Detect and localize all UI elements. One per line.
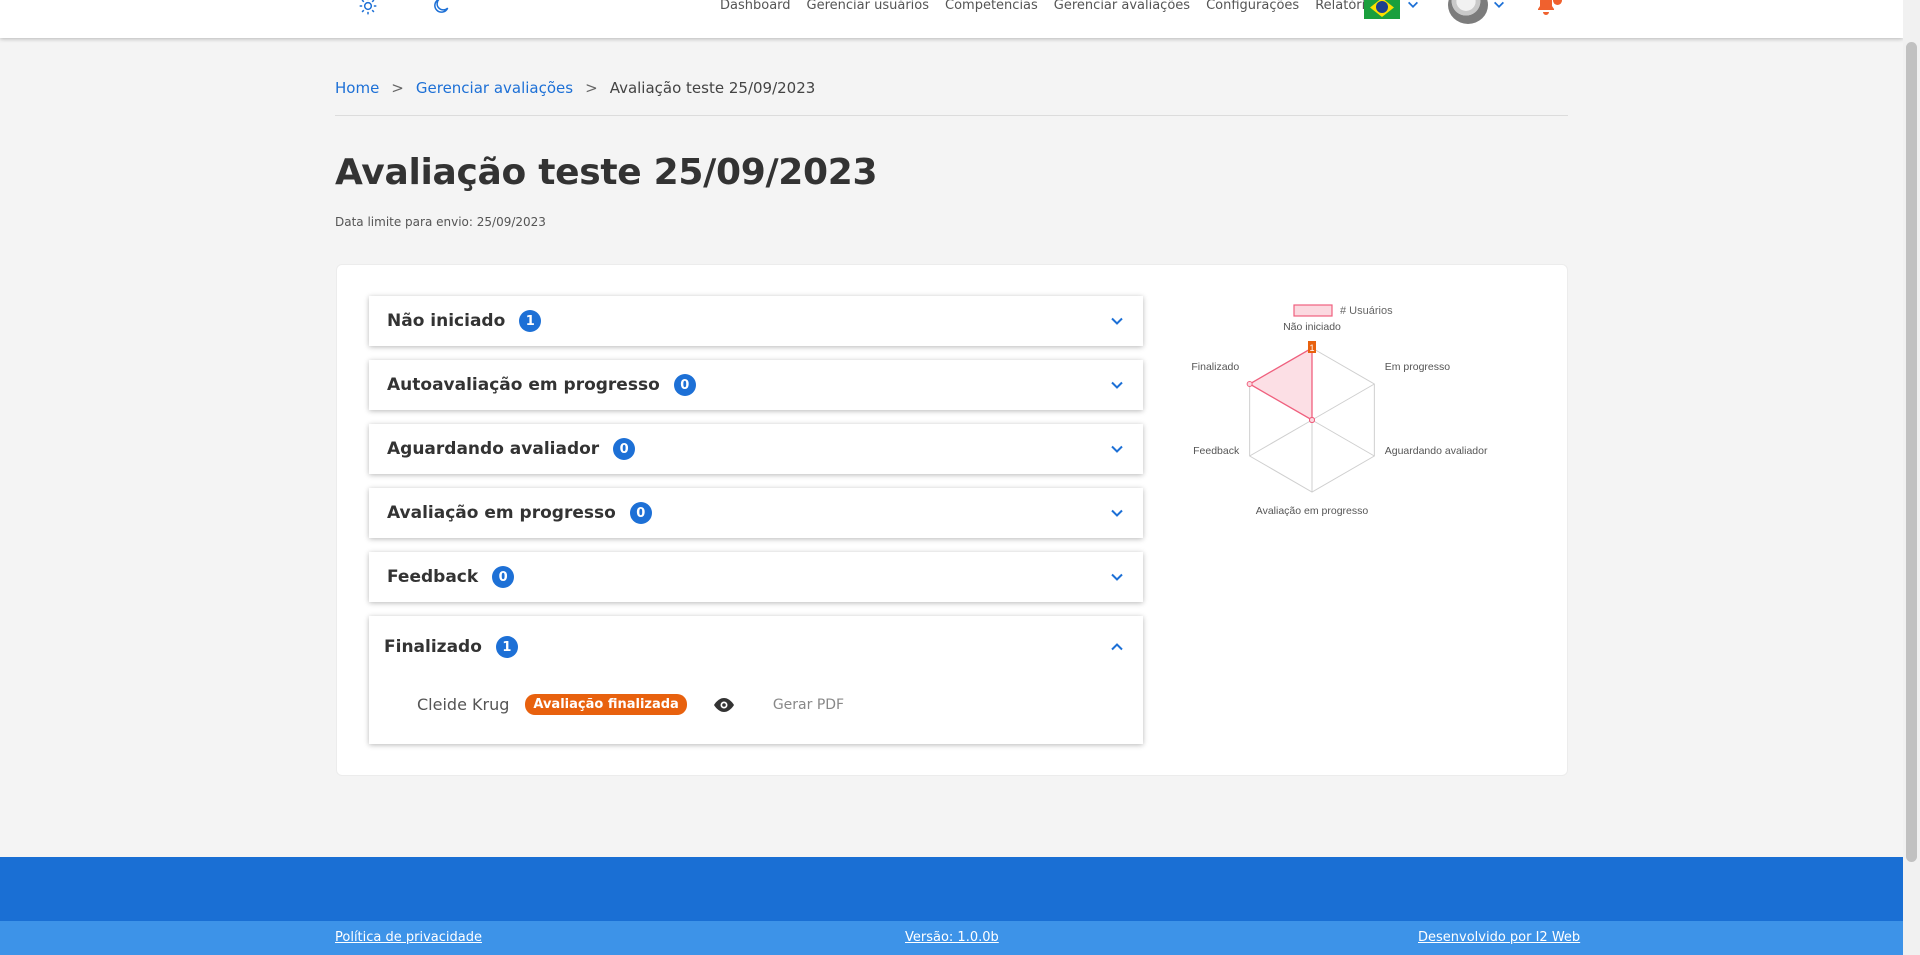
- chevron-down-icon[interactable]: [1109, 313, 1125, 329]
- radar-data-point: [1246, 381, 1253, 387]
- nav-dashboard[interactable]: Dashboard: [720, 0, 791, 12]
- radar-axis-label: Em progresso: [1385, 361, 1451, 373]
- eye-icon[interactable]: [711, 696, 737, 714]
- accordion-label: Finalizado: [384, 637, 482, 657]
- radar-series-area: [1248, 346, 1313, 422]
- legend-swatch: [1293, 304, 1333, 317]
- accordion-label: Feedback: [387, 567, 479, 587]
- count-badge: 0: [492, 566, 515, 588]
- breadcrumb-home[interactable]: Home: [335, 79, 379, 97]
- deadline-text: Data limite para envio: 25/09/2023: [335, 215, 546, 229]
- nav-gerenciar-avaliacoes[interactable]: Gerenciar avaliações: [1054, 0, 1190, 12]
- footer: Política de privacidade Versão: 1.0.0b D…: [0, 921, 1903, 955]
- radar-axis-label: Aguardando avaliador: [1385, 445, 1488, 457]
- breadcrumb-current: Avaliação teste 25/09/2023: [609, 79, 816, 97]
- chevron-up-icon[interactable]: [1109, 639, 1125, 655]
- radar-data-point: [1309, 417, 1315, 423]
- count-badge: 1: [495, 636, 518, 658]
- accordion-nao-iniciado[interactable]: Não iniciado 1: [369, 296, 1143, 346]
- legend-label: # Usuários: [1340, 305, 1393, 317]
- generate-pdf-link[interactable]: Gerar PDF: [773, 697, 844, 713]
- accordion-label: Autoavaliação em progresso: [387, 375, 660, 395]
- scrollbar-thumb[interactable]: [1906, 42, 1917, 862]
- chevron-down-icon[interactable]: [1109, 505, 1125, 521]
- radar-value-label: 1: [1309, 343, 1314, 353]
- divider: [335, 115, 1568, 116]
- chevron-down-icon[interactable]: [1109, 377, 1125, 393]
- page-title: Avaliação teste 25/09/2023: [335, 152, 878, 193]
- nav-configuracoes[interactable]: Configurações: [1206, 0, 1299, 12]
- breadcrumb-separator: >: [391, 79, 404, 97]
- chevron-down-icon[interactable]: [1109, 569, 1125, 585]
- accordion-label: Avaliação em progresso: [387, 503, 616, 523]
- developer-link[interactable]: Desenvolvido por I2 Web: [1418, 930, 1580, 945]
- accordion-avaliacao-em-progresso[interactable]: Avaliação em progresso 0: [369, 488, 1143, 538]
- radar-axis-label: Feedback: [1193, 445, 1240, 457]
- breadcrumb-gerenciar-avaliacoes[interactable]: Gerenciar avaliações: [416, 79, 573, 97]
- main-nav: Dashboard Gerenciar usuários Competencia…: [720, 0, 1380, 12]
- sun-icon[interactable]: [355, 0, 381, 16]
- chevron-down-icon[interactable]: [1109, 441, 1125, 457]
- breadcrumb: Home > Gerenciar avaliações > Avaliação …: [335, 79, 815, 97]
- radar-axis-line: [1311, 419, 1375, 457]
- version-text: Versão: 1.0.0b: [905, 930, 999, 945]
- accordion-autoavaliacao-em-progresso[interactable]: Autoavaliação em progresso 0: [369, 360, 1143, 410]
- list-item: Cleide Krug Avaliação finalizada Gerar P…: [417, 694, 844, 715]
- count-badge: 1: [519, 310, 542, 332]
- footer-band: [0, 857, 1903, 921]
- nav-gerenciar-usuarios[interactable]: Gerenciar usuários: [807, 0, 929, 12]
- breadcrumb-separator: >: [585, 79, 598, 97]
- privacy-policy-link[interactable]: Política de privacidade: [335, 930, 482, 945]
- top-navbar: Dashboard Gerenciar usuários Competencia…: [0, 0, 1903, 38]
- moon-icon[interactable]: [428, 0, 454, 16]
- language-chevron-down-icon[interactable]: [1406, 0, 1420, 12]
- accordion-feedback[interactable]: Feedback 0: [369, 552, 1143, 602]
- accordion-label: Não iniciado: [387, 311, 506, 331]
- user-menu-chevron-down-icon[interactable]: [1492, 0, 1506, 12]
- radar-chart: # Usuários 1 Não iniciado Em progresso Agu…: [1191, 304, 1488, 517]
- brazil-flag-icon[interactable]: [1364, 0, 1400, 19]
- count-badge: 0: [613, 438, 636, 460]
- radar-axis-label: Não iniciado: [1283, 321, 1341, 333]
- accordion-finalizado[interactable]: Finalizado 1 Cleide Krug Avaliação final…: [369, 616, 1143, 744]
- user-name: Cleide Krug: [417, 695, 510, 714]
- nav-competencias[interactable]: Competencias: [945, 0, 1038, 12]
- avatar[interactable]: [1448, 0, 1488, 24]
- count-badge: 0: [673, 374, 696, 396]
- radar-axis-line: [1249, 419, 1313, 457]
- radar-axis-label: Finalizado: [1191, 361, 1239, 373]
- accordion-aguardando-avaliador[interactable]: Aguardando avaliador 0: [369, 424, 1143, 474]
- notification-dot: [1553, 0, 1562, 5]
- radar-axis-line: [1311, 383, 1375, 421]
- status-badge: Avaliação finalizada: [525, 694, 687, 715]
- page-scrollbar[interactable]: [1903, 0, 1920, 955]
- accordion-label: Aguardando avaliador: [387, 439, 600, 459]
- count-badge: 0: [629, 502, 652, 524]
- radar-axis-label: Avaliação em progresso: [1256, 505, 1369, 517]
